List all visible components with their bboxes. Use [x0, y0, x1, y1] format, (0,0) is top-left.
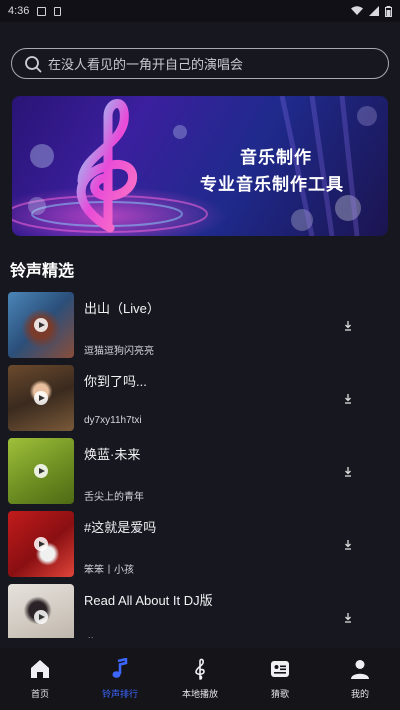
cover-image — [8, 438, 74, 504]
song-name: 你到了吗... — [84, 374, 147, 389]
home-icon — [31, 660, 49, 678]
song-name: #这就是爱吗 — [84, 520, 157, 535]
search-placeholder: 在没人看见的一角开自己的演唱会 — [48, 57, 244, 72]
tab-label: 本地播放 — [181, 689, 218, 699]
banner-title: 音乐制作 — [240, 148, 312, 167]
play-icon[interactable] — [34, 464, 48, 478]
download-icon[interactable] — [343, 612, 353, 624]
download-icon[interactable] — [343, 393, 353, 405]
list-item[interactable]: #这就是爱吗 笨笨丨小孩 — [0, 509, 400, 579]
tab-ringtone-ranking[interactable]: 铃声排行 — [80, 648, 160, 710]
list-item[interactable]: 焕蓝·未来 舌尖上的青年 — [0, 436, 400, 506]
download-icon[interactable] — [343, 466, 353, 478]
search-bar[interactable]: 在没人看见的一角开自己的演唱会 — [11, 48, 389, 79]
person-icon — [351, 660, 369, 679]
song-artist: dy7xy11h7txi — [84, 415, 142, 426]
play-icon[interactable] — [34, 610, 48, 624]
song-name: 焕蓝·未来 — [84, 447, 141, 462]
bottom-tab-bar: 首页 铃声排行 本地播放 猜歌 我的 — [0, 648, 400, 710]
song-name: Read All About It DJ版 — [84, 593, 213, 608]
search-icon — [25, 55, 42, 72]
tab-mine[interactable]: 我的 — [320, 648, 400, 710]
cover-image — [8, 365, 74, 431]
song-artist: 笨笨丨小孩 — [84, 565, 134, 576]
banner-subtitle: 专业音乐制作工具 — [200, 175, 344, 194]
play-icon[interactable] — [34, 537, 48, 551]
signal-icon — [369, 6, 379, 16]
music-note-icon — [112, 658, 128, 678]
song-artist: 舌尖上的青年 — [84, 492, 144, 503]
download-icon[interactable] — [343, 539, 353, 551]
treble-clef-icon — [195, 658, 205, 680]
cover-image — [8, 292, 74, 358]
quiz-card-icon — [271, 661, 289, 677]
song-name: 出山（Live） — [84, 301, 160, 316]
section-title: 铃声精选 — [10, 263, 75, 280]
promo-banner[interactable]: 音乐制作 专业音乐制作工具 — [12, 96, 388, 236]
banner-art — [12, 96, 377, 236]
list-item[interactable]: 出山（Live） 逗猫逗狗闪亮亮 — [0, 290, 400, 360]
notification-icon — [37, 6, 47, 16]
tab-label: 铃声排行 — [101, 689, 138, 699]
song-artist: 逗猫逗狗闪亮亮 — [84, 346, 154, 357]
list-item[interactable]: Read All About It DJ版 琪 — [0, 582, 400, 638]
ringtone-list: 出山（Live） 逗猫逗狗闪亮亮 你到了吗... dy7xy11h7txi 焕蓝… — [0, 290, 400, 638]
wifi-icon — [351, 6, 363, 15]
download-icon[interactable] — [343, 320, 353, 332]
tab-local-play[interactable]: 本地播放 — [160, 648, 240, 710]
tab-guess-song[interactable]: 猜歌 — [240, 648, 320, 710]
cover-image — [8, 584, 74, 638]
battery-icon — [385, 5, 392, 17]
cover-image — [8, 511, 74, 577]
tab-label: 猜歌 — [270, 689, 289, 699]
song-artist: 琪 — [84, 634, 94, 638]
tab-label: 首页 — [30, 689, 49, 699]
play-icon[interactable] — [34, 318, 48, 332]
status-time: 4:36 — [8, 5, 30, 17]
list-item[interactable]: 你到了吗... dy7xy11h7txi — [0, 363, 400, 433]
play-icon[interactable] — [34, 391, 48, 405]
status-bar: 4:36 — [0, 0, 400, 22]
tab-label: 我的 — [350, 689, 369, 699]
tab-home[interactable]: 首页 — [0, 648, 80, 710]
sim-icon — [54, 6, 62, 16]
